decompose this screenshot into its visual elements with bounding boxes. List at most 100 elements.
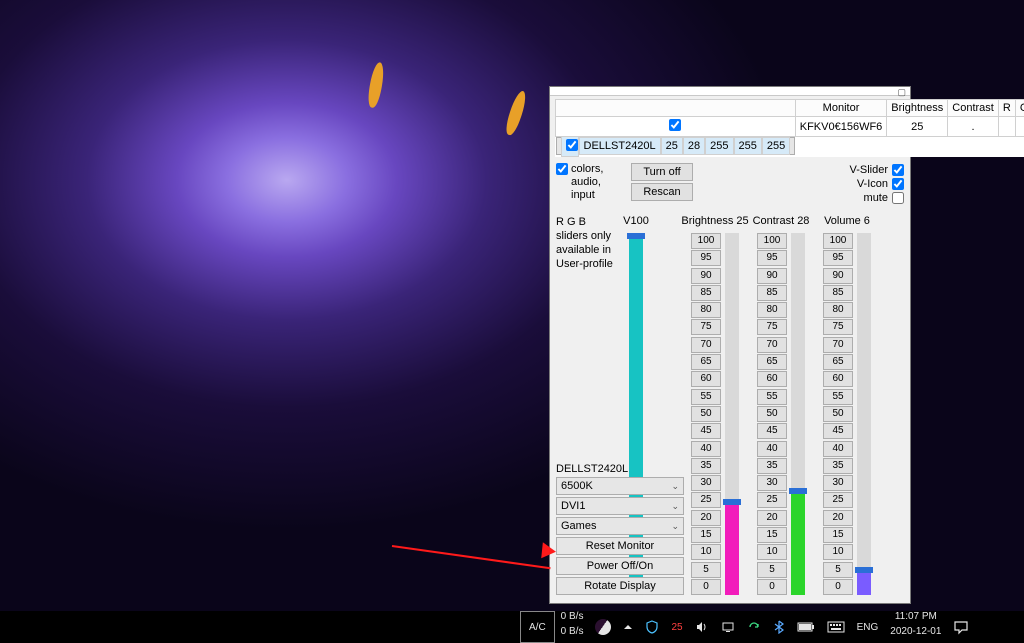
scale-step-button[interactable]: 35 bbox=[823, 458, 853, 474]
scale-step-button[interactable]: 20 bbox=[691, 510, 721, 526]
scale-step-button[interactable]: 80 bbox=[823, 302, 853, 318]
scale-step-button[interactable]: 70 bbox=[823, 337, 853, 353]
scale-step-button[interactable]: 95 bbox=[757, 250, 787, 266]
scale-step-button[interactable]: 65 bbox=[823, 354, 853, 370]
scale-step-button[interactable]: 0 bbox=[691, 579, 721, 595]
scale-step-button[interactable]: 90 bbox=[691, 268, 721, 284]
colors-audio-input-checkbox[interactable] bbox=[556, 163, 568, 175]
moon-phase-icon[interactable] bbox=[589, 611, 617, 643]
scale-step-button[interactable]: 85 bbox=[823, 285, 853, 301]
language-indicator[interactable]: ENG bbox=[851, 611, 885, 643]
scale-step-button[interactable]: 75 bbox=[691, 319, 721, 335]
scale-step-button[interactable]: 45 bbox=[691, 423, 721, 439]
brightness-slider[interactable] bbox=[725, 233, 739, 595]
scale-step-button[interactable]: 75 bbox=[757, 319, 787, 335]
scale-step-button[interactable]: 0 bbox=[823, 579, 853, 595]
vslider-checkbox[interactable] bbox=[892, 164, 904, 176]
scale-step-button[interactable]: 60 bbox=[691, 371, 721, 387]
scale-step-button[interactable]: 10 bbox=[691, 544, 721, 560]
profile-select[interactable]: Games⌄ bbox=[556, 517, 684, 535]
mute-checkbox[interactable] bbox=[892, 192, 904, 204]
scale-step-button[interactable]: 25 bbox=[691, 492, 721, 508]
keyboard-icon[interactable] bbox=[821, 611, 851, 643]
colors-audio-input-option[interactable]: colors, audio, input bbox=[556, 163, 621, 202]
scale-step-button[interactable]: 55 bbox=[757, 389, 787, 405]
volume-slider[interactable] bbox=[857, 233, 871, 595]
scale-step-button[interactable]: 90 bbox=[823, 268, 853, 284]
turn-off-button[interactable]: Turn off bbox=[631, 163, 693, 181]
scale-step-button[interactable]: 15 bbox=[691, 527, 721, 543]
scale-step-button[interactable]: 85 bbox=[691, 285, 721, 301]
scale-step-button[interactable]: 30 bbox=[823, 475, 853, 491]
scale-step-button[interactable]: 5 bbox=[757, 562, 787, 578]
scale-step-button[interactable]: 100 bbox=[823, 233, 853, 249]
bluetooth-icon[interactable] bbox=[767, 611, 791, 643]
scale-step-button[interactable]: 30 bbox=[757, 475, 787, 491]
scale-step-button[interactable]: 10 bbox=[757, 544, 787, 560]
vicon-checkbox[interactable] bbox=[892, 178, 904, 190]
scale-step-button[interactable]: 20 bbox=[757, 510, 787, 526]
net-speed[interactable]: 0 B/s 0 B/s bbox=[555, 611, 590, 643]
close-icon[interactable]: ▢ bbox=[897, 88, 906, 97]
scale-step-button[interactable]: 10 bbox=[823, 544, 853, 560]
rescan-button[interactable]: Rescan bbox=[631, 183, 693, 201]
scale-step-button[interactable]: 70 bbox=[757, 337, 787, 353]
scale-step-button[interactable]: 25 bbox=[823, 492, 853, 508]
table-row[interactable]: DELLST2420L 25 28 255 255 255 bbox=[556, 137, 796, 155]
tray-expand-icon[interactable] bbox=[617, 611, 639, 643]
scale-step-button[interactable]: 75 bbox=[823, 319, 853, 335]
shield-icon[interactable] bbox=[639, 611, 665, 643]
scale-step-button[interactable]: 40 bbox=[823, 441, 853, 457]
scale-step-button[interactable]: 50 bbox=[757, 406, 787, 422]
scale-step-button[interactable]: 45 bbox=[823, 423, 853, 439]
reset-monitor-button[interactable]: Reset Monitor bbox=[556, 537, 684, 555]
scale-step-button[interactable]: 40 bbox=[691, 441, 721, 457]
color-temp-select[interactable]: 6500K⌄ bbox=[556, 477, 684, 495]
contrast-slider[interactable] bbox=[791, 233, 805, 595]
scale-step-button[interactable]: 80 bbox=[691, 302, 721, 318]
power-off-on-button[interactable]: Power Off/On bbox=[556, 557, 684, 575]
volume-icon[interactable] bbox=[689, 611, 715, 643]
scale-step-button[interactable]: 100 bbox=[691, 233, 721, 249]
scale-step-button[interactable]: 60 bbox=[757, 371, 787, 387]
scale-step-button[interactable]: 0 bbox=[757, 579, 787, 595]
scale-step-button[interactable]: 40 bbox=[757, 441, 787, 457]
scale-step-button[interactable]: 5 bbox=[691, 562, 721, 578]
scale-step-button[interactable]: 85 bbox=[757, 285, 787, 301]
scale-step-button[interactable]: 15 bbox=[757, 527, 787, 543]
scale-step-button[interactable]: 15 bbox=[823, 527, 853, 543]
monitor-checkbox[interactable] bbox=[566, 139, 578, 151]
scale-step-button[interactable]: 50 bbox=[691, 406, 721, 422]
scale-step-button[interactable]: 20 bbox=[823, 510, 853, 526]
ac-indicator[interactable]: A/C bbox=[520, 611, 555, 643]
scale-step-button[interactable]: 65 bbox=[691, 354, 721, 370]
notifications-icon[interactable] bbox=[947, 611, 975, 643]
scale-step-button[interactable]: 90 bbox=[757, 268, 787, 284]
scale-step-button[interactable]: 70 bbox=[691, 337, 721, 353]
monitor-tray-icon[interactable] bbox=[715, 611, 741, 643]
scale-step-button[interactable]: 60 bbox=[823, 371, 853, 387]
table-row[interactable]: KFKV0€156WF6 25 . bbox=[556, 117, 1024, 137]
battery-icon[interactable] bbox=[791, 611, 821, 643]
scale-step-button[interactable]: 100 bbox=[757, 233, 787, 249]
scale-step-button[interactable]: 35 bbox=[691, 458, 721, 474]
sync-icon[interactable] bbox=[741, 611, 767, 643]
scale-step-button[interactable]: 95 bbox=[691, 250, 721, 266]
rotate-display-button[interactable]: Rotate Display bbox=[556, 577, 684, 595]
scale-step-button[interactable]: 5 bbox=[823, 562, 853, 578]
window-titlebar[interactable]: ▢ bbox=[550, 87, 910, 96]
scale-step-button[interactable]: 55 bbox=[823, 389, 853, 405]
scale-step-button[interactable]: 55 bbox=[691, 389, 721, 405]
clock[interactable]: 11:07 PM 2020-12-01 bbox=[884, 611, 947, 643]
scale-step-button[interactable]: 35 bbox=[757, 458, 787, 474]
temperature-indicator[interactable]: 25 bbox=[665, 611, 688, 643]
monitor-checkbox[interactable] bbox=[669, 119, 681, 131]
scale-step-button[interactable]: 65 bbox=[757, 354, 787, 370]
input-select[interactable]: DVI1⌄ bbox=[556, 497, 684, 515]
scale-step-button[interactable]: 30 bbox=[691, 475, 721, 491]
scale-step-button[interactable]: 50 bbox=[823, 406, 853, 422]
scale-step-button[interactable]: 25 bbox=[757, 492, 787, 508]
scale-step-button[interactable]: 80 bbox=[757, 302, 787, 318]
scale-step-button[interactable]: 95 bbox=[823, 250, 853, 266]
scale-step-button[interactable]: 45 bbox=[757, 423, 787, 439]
